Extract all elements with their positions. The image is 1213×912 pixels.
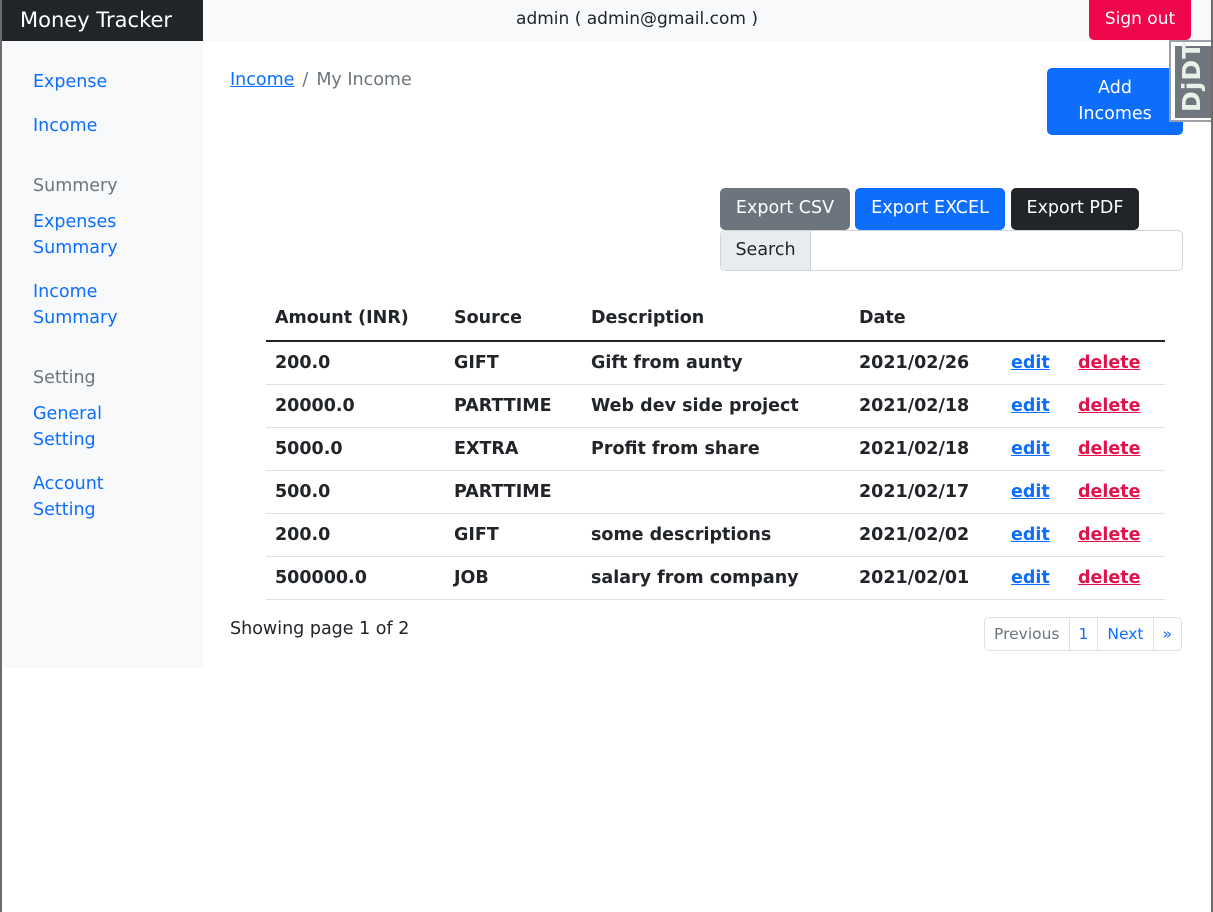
source-cell: PARTTIME [445,384,582,428]
source-cell: EXTRA [445,427,582,471]
breadcrumb-separator: / [302,70,309,90]
sidebar-item-expenses-summary[interactable]: Expenses Summary [33,209,118,261]
pagination-page-1[interactable]: 1 [1070,618,1099,650]
source-cell: GIFT [445,513,582,557]
amount-cell: 20000.0 [266,384,445,428]
date-cell: 2021/02/01 [850,556,1002,600]
add-incomes-label: Add [1098,78,1132,98]
sidebar-item-label: Account [33,474,104,494]
sidebar-item-account-setting[interactable]: Account Setting [33,471,104,523]
debug-toolbar-handle[interactable]: DjDT [1169,40,1211,122]
pagination-status: Showing page 1 of 2 [230,619,410,639]
column-header-delete [1069,296,1165,342]
sidebar-item-expense[interactable]: Expense [33,69,107,95]
table-row: 5000.0 EXTRA Profit from share 2021/02/1… [266,427,1165,471]
income-table: Amount (INR) Source Description Date 200… [266,296,1165,600]
description-cell: Profit from share [582,427,850,471]
pagination-previous[interactable]: Previous [985,618,1070,650]
add-incomes-label: Incomes [1078,104,1152,124]
description-cell [582,470,850,514]
breadcrumb-current: My Income [316,70,412,90]
edit-link[interactable]: edit [1011,439,1050,459]
sidebar-item-label: General [33,404,102,424]
sidebar-item-label: Setting [33,430,96,450]
sidebar-item-income-summary[interactable]: Income Summary [33,279,118,331]
table-row: 500.0 PARTTIME 2021/02/17 edit delete [266,470,1165,514]
debug-toolbar-label: DjDT [1177,40,1206,112]
description-cell: Web dev side project [582,384,850,428]
description-cell: Gift from aunty [582,341,850,385]
source-cell: GIFT [445,341,582,385]
sidebar-item-label: Expenses [33,212,117,232]
sidebar-item-label: Income [33,282,98,302]
search-label: Search [721,231,811,270]
table-row: 200.0 GIFT Gift from aunty 2021/02/26 ed… [266,341,1165,385]
column-header-amount: Amount (INR) [266,296,445,342]
sidebar-item-general-setting[interactable]: General Setting [33,401,102,453]
column-header-description: Description [582,296,850,342]
sidebar-heading-summery: Summery [33,176,118,196]
column-header-edit [1002,296,1069,342]
delete-link[interactable]: delete [1078,525,1141,545]
source-cell: PARTTIME [445,470,582,514]
sidebar-item-income[interactable]: Income [33,113,97,139]
delete-link[interactable]: delete [1078,568,1141,588]
export-pdf-button[interactable]: Export PDF [1011,188,1139,230]
table-row: 500000.0 JOB salary from company 2021/02… [266,556,1165,600]
date-cell: 2021/02/18 [850,427,1002,471]
column-header-source: Source [445,296,582,342]
pagination: Previous 1 Next » [984,617,1182,651]
column-header-date: Date [850,296,1002,342]
export-csv-button[interactable]: Export CSV [720,188,850,230]
pagination-last[interactable]: » [1154,618,1181,650]
edit-link[interactable]: edit [1011,482,1050,502]
sidebar-item-label: Setting [33,500,96,520]
pagination-next[interactable]: Next [1098,618,1154,650]
edit-link[interactable]: edit [1011,525,1050,545]
amount-cell: 500.0 [266,470,445,514]
delete-link[interactable]: delete [1078,353,1141,373]
date-cell: 2021/02/26 [850,341,1002,385]
top-navbar: Money Tracker admin ( admin@gmail.com ) … [2,0,1211,41]
date-cell: 2021/02/17 [850,470,1002,514]
date-cell: 2021/02/02 [850,513,1002,557]
table-header-row: Amount (INR) Source Description Date [266,296,1165,342]
sign-out-button[interactable]: Sign out [1089,0,1191,40]
debug-toolbar-badge: DjDT [1175,41,1211,118]
edit-link[interactable]: edit [1011,568,1050,588]
sidebar-item-label: Summary [33,238,118,258]
edit-link[interactable]: edit [1011,353,1050,373]
add-incomes-button[interactable]: Add Incomes [1047,68,1183,135]
table-row: 200.0 GIFT some descriptions 2021/02/02 … [266,513,1165,557]
search-input[interactable] [811,231,1182,270]
sidebar-heading-setting: Setting [33,368,96,388]
amount-cell: 500000.0 [266,556,445,600]
delete-link[interactable]: delete [1078,482,1141,502]
user-info: admin ( admin@gmail.com ) [516,9,758,29]
description-cell: some descriptions [582,513,850,557]
breadcrumb: Income / My Income [230,68,412,92]
sidebar: Expense Income Summery Expenses Summary … [2,41,203,668]
amount-cell: 5000.0 [266,427,445,471]
date-cell: 2021/02/18 [850,384,1002,428]
amount-cell: 200.0 [266,341,445,385]
delete-link[interactable]: delete [1078,439,1141,459]
edit-link[interactable]: edit [1011,396,1050,416]
amount-cell: 200.0 [266,513,445,557]
source-cell: JOB [445,556,582,600]
breadcrumb-income-link[interactable]: Income [230,70,294,90]
search-group: Search [720,230,1183,271]
description-cell: salary from company [582,556,850,600]
sidebar-item-label: Summary [33,308,118,328]
delete-link[interactable]: delete [1078,396,1141,416]
export-excel-button[interactable]: Export EXCEL [855,188,1005,230]
table-row: 20000.0 PARTTIME Web dev side project 20… [266,384,1165,428]
